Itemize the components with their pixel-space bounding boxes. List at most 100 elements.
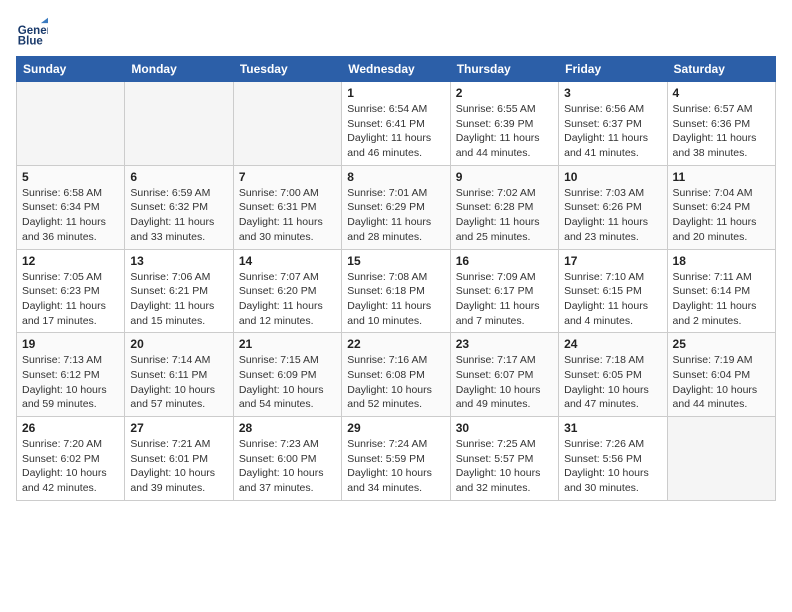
day-info: Sunrise: 7:26 AMSunset: 5:56 PMDaylight:… xyxy=(564,437,661,496)
calendar-cell: 4 Sunrise: 6:57 AMSunset: 6:36 PMDaylight… xyxy=(667,82,775,166)
day-info: Sunrise: 7:15 AMSunset: 6:09 PMDaylight:… xyxy=(239,353,336,412)
day-info: Sunrise: 6:59 AMSunset: 6:32 PMDaylight:… xyxy=(130,186,227,245)
day-info: Sunrise: 7:19 AMSunset: 6:04 PMDaylight:… xyxy=(673,353,770,412)
weekday-header-row: SundayMondayTuesdayWednesdayThursdayFrid… xyxy=(17,57,776,82)
svg-text:Blue: Blue xyxy=(18,35,44,47)
calendar-cell: 12 Sunrise: 7:05 AMSunset: 6:23 PMDayligh… xyxy=(17,249,125,333)
day-info: Sunrise: 6:55 AMSunset: 6:39 PMDaylight:… xyxy=(456,102,553,161)
calendar-week-5: 26 Sunrise: 7:20 AMSunset: 6:02 PMDayligh… xyxy=(17,417,776,501)
day-number: 28 xyxy=(239,421,336,435)
day-number: 7 xyxy=(239,170,336,184)
day-info: Sunrise: 7:11 AMSunset: 6:14 PMDaylight:… xyxy=(673,270,770,329)
day-info: Sunrise: 7:21 AMSunset: 6:01 PMDaylight:… xyxy=(130,437,227,496)
calendar-table: SundayMondayTuesdayWednesdayThursdayFrid… xyxy=(16,56,776,501)
calendar-cell: 14 Sunrise: 7:07 AMSunset: 6:20 PMDayligh… xyxy=(233,249,341,333)
day-info: Sunrise: 7:00 AMSunset: 6:31 PMDaylight:… xyxy=(239,186,336,245)
day-number: 13 xyxy=(130,254,227,268)
weekday-header-tuesday: Tuesday xyxy=(233,57,341,82)
day-number: 15 xyxy=(347,254,444,268)
calendar-cell: 2 Sunrise: 6:55 AMSunset: 6:39 PMDaylight… xyxy=(450,82,558,166)
day-info: Sunrise: 6:58 AMSunset: 6:34 PMDaylight:… xyxy=(22,186,119,245)
calendar-cell: 13 Sunrise: 7:06 AMSunset: 6:21 PMDayligh… xyxy=(125,249,233,333)
day-number: 24 xyxy=(564,337,661,351)
calendar-cell: 20Sunrise: 7:14 AMSunset: 6:11 PMDayligh… xyxy=(125,333,233,417)
day-number: 31 xyxy=(564,421,661,435)
page-header: General Blue xyxy=(16,16,776,48)
day-number: 22 xyxy=(347,337,444,351)
day-info: Sunrise: 7:25 AMSunset: 5:57 PMDaylight:… xyxy=(456,437,553,496)
day-number: 16 xyxy=(456,254,553,268)
day-number: 8 xyxy=(347,170,444,184)
day-info: Sunrise: 7:01 AMSunset: 6:29 PMDaylight:… xyxy=(347,186,444,245)
logo-icon: General Blue xyxy=(16,16,48,48)
day-info: Sunrise: 7:13 AMSunset: 6:12 PMDaylight:… xyxy=(22,353,119,412)
day-number: 4 xyxy=(673,86,770,100)
day-number: 30 xyxy=(456,421,553,435)
day-number: 9 xyxy=(456,170,553,184)
calendar-cell: 28 Sunrise: 7:23 AMSunset: 6:00 PMDayligh… xyxy=(233,417,341,501)
day-info: Sunrise: 7:03 AMSunset: 6:26 PMDaylight:… xyxy=(564,186,661,245)
calendar-cell: 23Sunrise: 7:17 AMSunset: 6:07 PMDayligh… xyxy=(450,333,558,417)
calendar-cell: 9 Sunrise: 7:02 AMSunset: 6:28 PMDaylight… xyxy=(450,165,558,249)
calendar-cell: 19 Sunrise: 7:13 AMSunset: 6:12 PMDayligh… xyxy=(17,333,125,417)
calendar-cell: 7 Sunrise: 7:00 AMSunset: 6:31 PMDaylight… xyxy=(233,165,341,249)
calendar-cell: 25 Sunrise: 7:19 AMSunset: 6:04 PMDayligh… xyxy=(667,333,775,417)
calendar-cell: 5 Sunrise: 6:58 AMSunset: 6:34 PMDaylight… xyxy=(17,165,125,249)
day-info: Sunrise: 7:20 AMSunset: 6:02 PMDaylight:… xyxy=(22,437,119,496)
day-number: 18 xyxy=(673,254,770,268)
day-info: Sunrise: 7:14 AMSunset: 6:11 PMDaylight:… xyxy=(130,353,227,412)
day-number: 5 xyxy=(22,170,119,184)
calendar-cell: 24 Sunrise: 7:18 AMSunset: 6:05 PMDayligh… xyxy=(559,333,667,417)
day-info: Sunrise: 6:57 AMSunset: 6:36 PMDaylight:… xyxy=(673,102,770,161)
day-info: Sunrise: 7:17 AMSunset: 6:07 PMDaylight:… xyxy=(456,353,553,412)
calendar-cell: 8 Sunrise: 7:01 AMSunset: 6:29 PMDaylight… xyxy=(342,165,450,249)
day-number: 3 xyxy=(564,86,661,100)
calendar-cell: 10 Sunrise: 7:03 AMSunset: 6:26 PMDayligh… xyxy=(559,165,667,249)
calendar-cell: 18 Sunrise: 7:11 AMSunset: 6:14 PMDayligh… xyxy=(667,249,775,333)
day-info: Sunrise: 7:08 AMSunset: 6:18 PMDaylight:… xyxy=(347,270,444,329)
calendar-cell: 29Sunrise: 7:24 AMSunset: 5:59 PMDayligh… xyxy=(342,417,450,501)
day-info: Sunrise: 6:54 AMSunset: 6:41 PMDaylight:… xyxy=(347,102,444,161)
weekday-header-wednesday: Wednesday xyxy=(342,57,450,82)
calendar-cell: 6 Sunrise: 6:59 AMSunset: 6:32 PMDaylight… xyxy=(125,165,233,249)
weekday-header-friday: Friday xyxy=(559,57,667,82)
day-info: Sunrise: 7:16 AMSunset: 6:08 PMDaylight:… xyxy=(347,353,444,412)
calendar-cell: 3 Sunrise: 6:56 AMSunset: 6:37 PMDaylight… xyxy=(559,82,667,166)
calendar-week-1: 1 Sunrise: 6:54 AMSunset: 6:41 PMDaylight… xyxy=(17,82,776,166)
day-info: Sunrise: 7:04 AMSunset: 6:24 PMDaylight:… xyxy=(673,186,770,245)
weekday-header-sunday: Sunday xyxy=(17,57,125,82)
calendar-week-2: 5 Sunrise: 6:58 AMSunset: 6:34 PMDaylight… xyxy=(17,165,776,249)
day-number: 11 xyxy=(673,170,770,184)
day-number: 25 xyxy=(673,337,770,351)
day-number: 26 xyxy=(22,421,119,435)
day-number: 10 xyxy=(564,170,661,184)
day-number: 21 xyxy=(239,337,336,351)
calendar-cell xyxy=(125,82,233,166)
calendar-cell: 16 Sunrise: 7:09 AMSunset: 6:17 PMDayligh… xyxy=(450,249,558,333)
weekday-header-thursday: Thursday xyxy=(450,57,558,82)
day-number: 29 xyxy=(347,421,444,435)
day-number: 1 xyxy=(347,86,444,100)
day-number: 6 xyxy=(130,170,227,184)
calendar-cell: 17Sunrise: 7:10 AMSunset: 6:15 PMDayligh… xyxy=(559,249,667,333)
logo: General Blue xyxy=(16,16,48,48)
day-number: 2 xyxy=(456,86,553,100)
day-info: Sunrise: 7:05 AMSunset: 6:23 PMDaylight:… xyxy=(22,270,119,329)
day-info: Sunrise: 7:06 AMSunset: 6:21 PMDaylight:… xyxy=(130,270,227,329)
day-info: Sunrise: 7:18 AMSunset: 6:05 PMDaylight:… xyxy=(564,353,661,412)
day-number: 19 xyxy=(22,337,119,351)
calendar-cell: 31 Sunrise: 7:26 AMSunset: 5:56 PMDayligh… xyxy=(559,417,667,501)
calendar-cell xyxy=(667,417,775,501)
day-info: Sunrise: 7:23 AMSunset: 6:00 PMDaylight:… xyxy=(239,437,336,496)
calendar-cell: 11 Sunrise: 7:04 AMSunset: 6:24 PMDayligh… xyxy=(667,165,775,249)
day-number: 14 xyxy=(239,254,336,268)
weekday-header-saturday: Saturday xyxy=(667,57,775,82)
day-info: Sunrise: 6:56 AMSunset: 6:37 PMDaylight:… xyxy=(564,102,661,161)
day-info: Sunrise: 7:07 AMSunset: 6:20 PMDaylight:… xyxy=(239,270,336,329)
day-info: Sunrise: 7:09 AMSunset: 6:17 PMDaylight:… xyxy=(456,270,553,329)
calendar-week-3: 12 Sunrise: 7:05 AMSunset: 6:23 PMDayligh… xyxy=(17,249,776,333)
calendar-cell: 22 Sunrise: 7:16 AMSunset: 6:08 PMDayligh… xyxy=(342,333,450,417)
day-info: Sunrise: 7:02 AMSunset: 6:28 PMDaylight:… xyxy=(456,186,553,245)
day-number: 12 xyxy=(22,254,119,268)
calendar-week-4: 19 Sunrise: 7:13 AMSunset: 6:12 PMDayligh… xyxy=(17,333,776,417)
